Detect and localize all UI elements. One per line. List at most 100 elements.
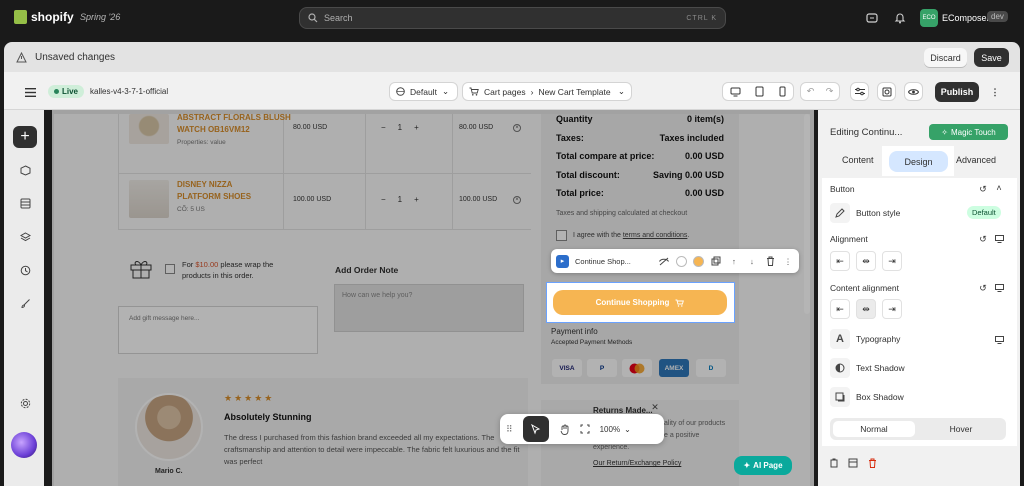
- gift-message-field[interactable]: Add gift message here...: [118, 306, 318, 354]
- product-image[interactable]: [129, 114, 169, 144]
- more-vertical-icon[interactable]: ⋮: [782, 255, 794, 267]
- gear-icon[interactable]: [18, 396, 32, 410]
- rating-stars: ★★★★★: [224, 393, 275, 403]
- fit-screen-icon[interactable]: [580, 424, 590, 434]
- locale-select[interactable]: Default ⌄: [389, 82, 458, 101]
- terms-checkbox[interactable]: [556, 230, 567, 241]
- search-icon: [308, 13, 318, 23]
- align-right-icon[interactable]: ⇥: [882, 251, 902, 271]
- remove-item-icon[interactable]: ×: [513, 124, 521, 132]
- product-name[interactable]: Abstract Florals Blush Watch OB16VM12: [177, 112, 291, 136]
- chevron-up-icon[interactable]: ˄: [994, 183, 1004, 193]
- desktop-icon[interactable]: [994, 234, 1004, 244]
- color-swatch-orange[interactable]: [693, 255, 704, 267]
- alignment-group: ⇤ ⇹ ⇥: [830, 251, 910, 271]
- reset-icon[interactable]: ↺: [978, 184, 988, 194]
- undo-icon[interactable]: ↶: [807, 86, 815, 97]
- hide-icon[interactable]: [658, 255, 670, 267]
- content-alignment-label: Content alignment: [830, 283, 899, 293]
- store-name[interactable]: EComposer: [942, 13, 990, 23]
- tab-advanced[interactable]: Advanced: [956, 155, 996, 165]
- button-style-row[interactable]: Button style: [830, 203, 900, 223]
- product-image[interactable]: [129, 180, 169, 218]
- publish-button[interactable]: Publish: [935, 82, 979, 102]
- plus-icon[interactable]: +: [414, 123, 419, 132]
- history-clock-icon[interactable]: [18, 263, 32, 277]
- discard-button[interactable]: Discard: [924, 48, 967, 67]
- box-shadow-row[interactable]: Box Shadow: [830, 387, 904, 407]
- continue-shopping-button[interactable]: Continue Shopping: [553, 290, 727, 315]
- inspect-icon[interactable]: [877, 82, 896, 101]
- quantity-stepper[interactable]: − 1 +: [381, 123, 419, 132]
- text-shadow-row[interactable]: Text Shadow: [830, 358, 905, 378]
- remove-item-icon[interactable]: ×: [513, 196, 521, 204]
- stack-icon[interactable]: [18, 230, 32, 244]
- state-hover[interactable]: Hover: [920, 421, 1002, 437]
- add-element-button[interactable]: +: [13, 126, 37, 148]
- magic-touch-label: Magic Touch: [950, 127, 996, 137]
- reset-icon[interactable]: ↺: [978, 234, 988, 244]
- pointer-tool-icon[interactable]: [522, 416, 549, 442]
- trash-icon[interactable]: [866, 457, 878, 469]
- gift-wrap-checkbox[interactable]: [165, 264, 175, 274]
- inbox-icon[interactable]: [864, 10, 880, 26]
- store-avatar[interactable]: ECO: [920, 9, 938, 27]
- hand-tool-icon[interactable]: [559, 424, 570, 435]
- assistant-orb[interactable]: [11, 432, 37, 458]
- sparkle-icon: ✦: [743, 461, 751, 470]
- move-down-icon[interactable]: ↓: [746, 255, 758, 267]
- tab-design[interactable]: Design: [889, 151, 948, 172]
- locale-value: Default: [410, 86, 437, 97]
- save-template-icon[interactable]: [847, 457, 859, 469]
- reset-icon[interactable]: ↺: [978, 283, 988, 293]
- desktop-icon[interactable]: [994, 283, 1004, 293]
- color-swatch-white[interactable]: [676, 255, 687, 267]
- content-align-right-icon[interactable]: ⇥: [882, 299, 902, 319]
- product-name[interactable]: DISNEY NIZZA PLATFORM SHOES: [177, 179, 251, 203]
- magic-touch-button[interactable]: ✧ Magic Touch: [929, 124, 1008, 140]
- move-up-icon[interactable]: ↑: [728, 255, 740, 267]
- element-name[interactable]: Continue Shop...: [575, 257, 631, 266]
- shopify-logo[interactable]: shopify: [14, 10, 74, 24]
- quantity-stepper[interactable]: − 1 +: [381, 195, 419, 204]
- cube-icon[interactable]: [18, 163, 32, 177]
- menu-icon[interactable]: [24, 86, 36, 98]
- terms-link[interactable]: terms and conditions: [623, 232, 688, 239]
- layers-list-icon[interactable]: [18, 196, 32, 210]
- bell-icon[interactable]: [892, 10, 908, 26]
- state-normal[interactable]: Normal: [833, 421, 915, 437]
- mobile-icon[interactable]: [779, 86, 786, 97]
- tablet-icon[interactable]: [755, 86, 764, 97]
- align-left-icon[interactable]: ⇤: [830, 251, 850, 271]
- desktop-icon[interactable]: [994, 335, 1004, 345]
- ai-page-button[interactable]: ✦ AI Page: [734, 456, 792, 475]
- settings-sliders-icon[interactable]: [850, 82, 869, 101]
- order-note-field[interactable]: How can we help you?: [334, 284, 524, 332]
- desktop-icon[interactable]: [730, 87, 741, 97]
- canvas-scrollbar[interactable]: [804, 114, 810, 314]
- align-center-icon[interactable]: ⇹: [856, 251, 876, 271]
- tab-content[interactable]: Content: [842, 155, 874, 165]
- copy-icon[interactable]: [828, 457, 840, 469]
- product-meta: CÕ: 5 US: [177, 206, 205, 213]
- template-select[interactable]: Cart pages › New Cart Template ⌄: [462, 82, 632, 101]
- redo-icon[interactable]: ↷: [826, 86, 834, 97]
- delete-icon[interactable]: [764, 255, 776, 267]
- drag-handle-icon[interactable]: ⠿: [506, 424, 513, 435]
- typography-row[interactable]: A Typography: [830, 329, 900, 349]
- content-align-left-icon[interactable]: ⇤: [830, 299, 850, 319]
- close-icon[interactable]: ✕: [650, 402, 660, 412]
- more-menu-icon[interactable]: ⋮: [990, 84, 1000, 100]
- content-align-center-icon[interactable]: ⇹: [856, 299, 876, 319]
- minus-icon[interactable]: −: [381, 123, 386, 132]
- return-policy-link[interactable]: Our Return/Exchange Policy: [593, 460, 681, 467]
- zoom-select[interactable]: 100% ⌄: [600, 425, 631, 434]
- review-title: Absolutely Stunning: [224, 412, 312, 422]
- duplicate-icon[interactable]: [710, 255, 722, 267]
- plus-icon[interactable]: +: [414, 195, 419, 204]
- brush-icon[interactable]: [18, 296, 32, 310]
- search-input[interactable]: Search CTRL K: [299, 7, 726, 29]
- minus-icon[interactable]: −: [381, 195, 386, 204]
- save-button[interactable]: Save: [974, 48, 1009, 67]
- preview-eye-icon[interactable]: [904, 82, 923, 101]
